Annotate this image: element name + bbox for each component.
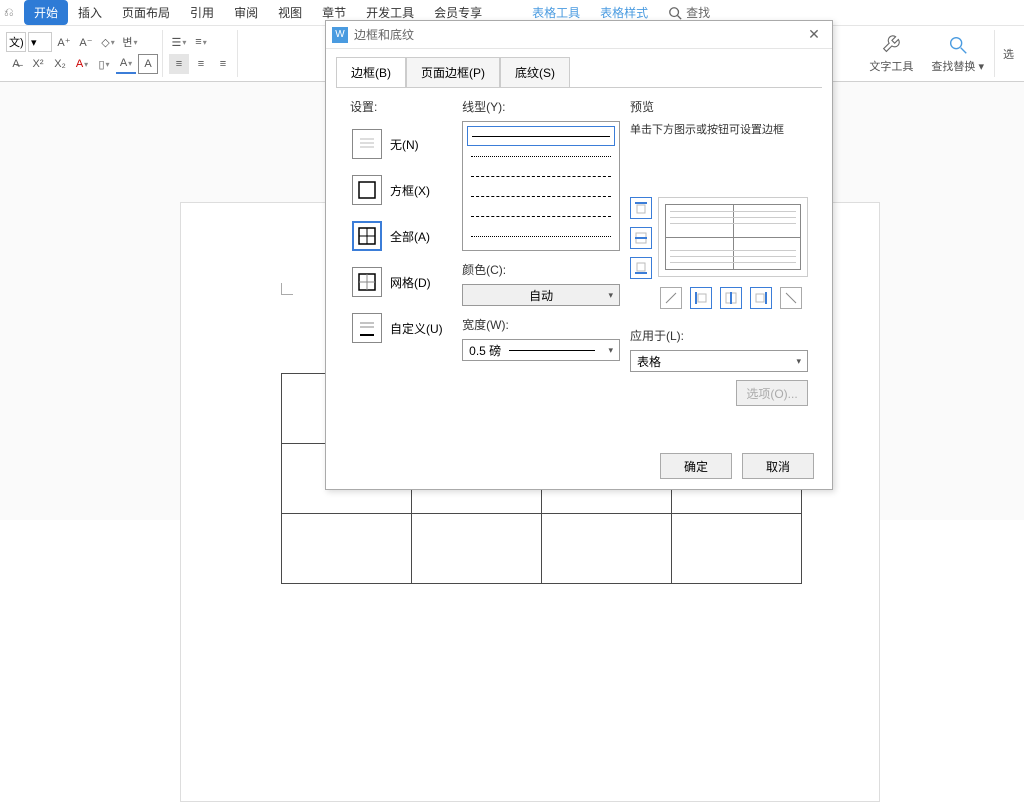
font-color-button[interactable]: A	[72, 54, 92, 74]
line-style-dashed-fine[interactable]	[467, 166, 615, 186]
wrench-icon	[880, 34, 902, 56]
dialog-footer: 确定 取消	[326, 443, 832, 489]
char-shading-button[interactable]: A	[138, 54, 158, 74]
magnifier-icon	[947, 34, 969, 56]
preview-label: 预览	[630, 98, 808, 115]
settings-label: 设置:	[350, 98, 452, 115]
apply-label: 应用于(L):	[630, 327, 808, 344]
cancel-button[interactable]: 取消	[742, 453, 814, 479]
undo-icon[interactable]: ⎌	[4, 5, 20, 21]
border-diag1-button[interactable]	[660, 287, 682, 309]
border-right-button[interactable]	[750, 287, 772, 309]
margin-corner-icon	[281, 283, 293, 295]
dialog-tabs: 边框(B) 页面边框(P) 底纹(S)	[326, 49, 832, 87]
size-combo[interactable]: ▾	[28, 32, 52, 52]
search-icon	[668, 6, 682, 20]
font-combo[interactable]: 文)	[6, 32, 26, 52]
style-column: 线型(Y): 颜色(C): 自动 宽度(W): 0.5 磅	[462, 98, 620, 433]
border-hmid-button[interactable]	[630, 227, 652, 249]
align-center-button[interactable]: ≡	[191, 54, 211, 74]
highlight-button[interactable]: ▯	[94, 54, 114, 74]
app-icon: W	[332, 27, 348, 43]
search-box[interactable]: 查找	[668, 4, 710, 21]
ok-button[interactable]: 确定	[660, 453, 732, 479]
color-label: 颜色(C):	[462, 261, 620, 278]
numbering-button[interactable]: ≡	[191, 32, 211, 52]
align-right-button[interactable]: ≡	[213, 54, 233, 74]
setting-custom[interactable]: 自定义(U)	[350, 311, 452, 345]
tab-page-border[interactable]: 页面边框(P)	[406, 57, 500, 88]
close-button[interactable]: ✕	[802, 23, 826, 47]
setting-all[interactable]: 全部(A)	[350, 219, 452, 253]
line-style-dotted[interactable]	[467, 146, 615, 166]
tab-insert[interactable]: 插入	[68, 0, 112, 25]
border-bottom-button[interactable]	[630, 257, 652, 279]
dialog-title: 边框和底纹	[354, 26, 802, 43]
dialog-titlebar: W 边框和底纹 ✕	[326, 21, 832, 49]
line-style-dashed[interactable]	[467, 186, 615, 206]
tab-shading[interactable]: 底纹(S)	[500, 57, 570, 88]
shrink-font-button[interactable]: A⁻	[76, 32, 96, 52]
tab-border[interactable]: 边框(B)	[336, 57, 406, 88]
line-style-solid[interactable]	[467, 126, 615, 146]
style-label: 线型(Y):	[462, 98, 620, 115]
preview-hint: 单击下方图示或按钮可设置边框	[630, 121, 808, 137]
preview-column: 预览 单击下方图示或按钮可设置边框	[630, 98, 808, 433]
color-dropdown[interactable]: 自动	[462, 284, 620, 306]
select-button[interactable]: 选	[994, 30, 1022, 77]
line-style-list[interactable]	[462, 121, 620, 251]
border-top-button[interactable]	[630, 197, 652, 219]
tab-ref[interactable]: 引用	[180, 0, 224, 25]
settings-column: 设置: 无(N) 方框(X) 全部(A) 网格(D) 自定义(U)	[350, 98, 452, 433]
border-diag2-button[interactable]	[780, 287, 802, 309]
superscript-button[interactable]: X²	[28, 54, 48, 74]
setting-none[interactable]: 无(N)	[350, 127, 452, 161]
tab-layout[interactable]: 页面布局	[112, 0, 180, 25]
setting-box[interactable]: 方框(X)	[350, 173, 452, 207]
width-dropdown[interactable]: 0.5 磅	[462, 339, 620, 361]
subscript-button[interactable]: X₂	[50, 54, 70, 74]
tab-view[interactable]: 视图	[268, 0, 312, 25]
borders-shading-dialog: W 边框和底纹 ✕ 边框(B) 页面边框(P) 底纹(S) 设置: 无(N) 方…	[325, 20, 833, 490]
preview-box[interactable]	[658, 197, 808, 277]
options-button: 选项(O)...	[736, 380, 808, 406]
find-replace-button[interactable]: 查找替换 ▾	[923, 30, 992, 77]
text-tools-button[interactable]: 文字工具	[861, 30, 921, 77]
strike-button[interactable]: A̶	[6, 54, 26, 74]
grow-font-button[interactable]: A⁺	[54, 32, 74, 52]
char-border-button[interactable]: A	[116, 54, 136, 74]
bullets-button[interactable]: ☰	[169, 32, 189, 52]
width-label: 宽度(W):	[462, 316, 620, 333]
border-left-button[interactable]	[690, 287, 712, 309]
align-left-button[interactable]: ≡	[169, 54, 189, 74]
tab-start[interactable]: 开始	[24, 0, 68, 25]
clear-format-button[interactable]: ◇	[98, 32, 118, 52]
line-style-dashdotdot[interactable]	[467, 226, 615, 246]
apply-dropdown[interactable]: 表格	[630, 350, 808, 372]
border-vmid-button[interactable]	[720, 287, 742, 309]
phonetic-button[interactable]: 변	[120, 32, 140, 52]
setting-grid[interactable]: 网格(D)	[350, 265, 452, 299]
line-style-dashdot[interactable]	[467, 206, 615, 226]
tab-review[interactable]: 审阅	[224, 0, 268, 25]
